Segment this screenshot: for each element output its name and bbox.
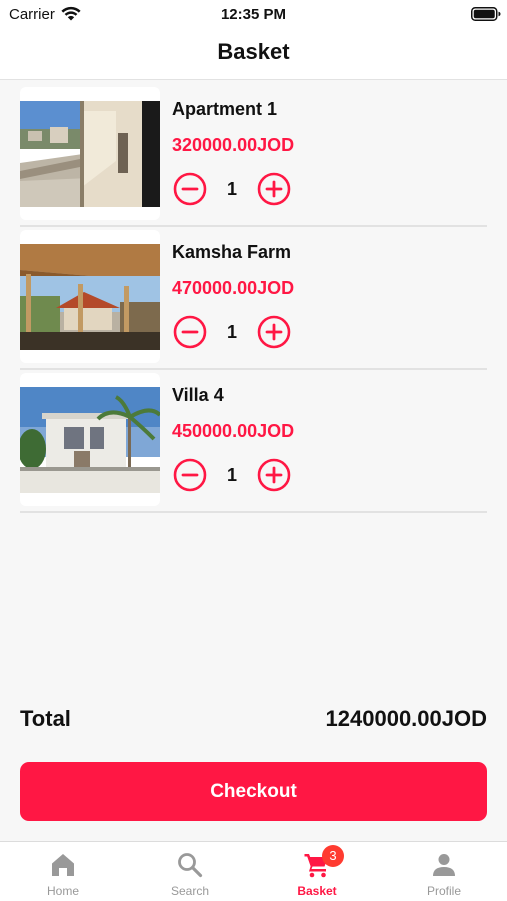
person-icon bbox=[430, 851, 458, 879]
tab-profile[interactable]: Profile bbox=[381, 842, 507, 901]
status-time: 12:35 PM bbox=[220, 6, 287, 23]
plus-circle-icon bbox=[257, 458, 291, 492]
battery-icon bbox=[471, 7, 501, 21]
basket-item: Apartment 1 320000.00JOD 1 bbox=[20, 84, 487, 227]
tab-profile-label: Profile bbox=[426, 884, 461, 898]
status-bar: Carrier 12:35 PM bbox=[0, 0, 507, 30]
increase-quantity-button[interactable] bbox=[257, 315, 291, 349]
cart-count-badge: 3 bbox=[322, 845, 344, 867]
apartment-photo bbox=[20, 101, 160, 207]
increase-quantity-button[interactable] bbox=[257, 458, 291, 492]
decrease-quantity-button[interactable] bbox=[173, 172, 207, 206]
nav-bar: Basket bbox=[0, 30, 507, 80]
search-icon bbox=[176, 851, 204, 879]
property-thumbnail bbox=[20, 87, 160, 220]
item-quantity: 1 bbox=[226, 465, 237, 485]
property-thumbnail bbox=[20, 373, 160, 506]
basket-list: Apartment 1 320000.00JOD 1 Kamsha Farm 4… bbox=[20, 84, 487, 513]
total-label: Total bbox=[20, 706, 71, 731]
item-price: 450000.00JOD bbox=[172, 421, 295, 441]
tab-search-label: Search bbox=[170, 884, 210, 898]
item-price: 320000.00JOD bbox=[172, 135, 295, 155]
increase-quantity-button[interactable] bbox=[257, 172, 291, 206]
basket-item: Kamsha Farm 470000.00JOD 1 bbox=[20, 227, 487, 370]
tab-basket-label: Basket bbox=[297, 884, 337, 898]
minus-circle-icon bbox=[173, 315, 207, 349]
plus-circle-icon bbox=[257, 315, 291, 349]
checkout-button[interactable]: Checkout bbox=[20, 762, 487, 821]
item-quantity: 1 bbox=[226, 179, 237, 199]
decrease-quantity-button[interactable] bbox=[173, 315, 207, 349]
total-value: 1240000.00JOD bbox=[325, 706, 487, 731]
item-name: Kamsha Farm bbox=[172, 242, 292, 262]
home-icon bbox=[49, 851, 77, 879]
basket-item: Villa 4 450000.00JOD 1 bbox=[20, 370, 487, 513]
minus-circle-icon bbox=[173, 458, 207, 492]
plus-circle-icon bbox=[257, 172, 291, 206]
property-thumbnail bbox=[20, 230, 160, 363]
tab-home[interactable]: Home bbox=[0, 842, 126, 901]
item-divider bbox=[20, 511, 487, 513]
farm-photo bbox=[20, 244, 160, 350]
villa-photo bbox=[20, 387, 160, 493]
item-name: Apartment 1 bbox=[172, 99, 278, 119]
tab-basket[interactable]: 3 Basket bbox=[254, 842, 380, 901]
item-name: Villa 4 bbox=[172, 385, 224, 405]
tab-bar: Home Search 3 Basket Profile bbox=[0, 841, 507, 901]
decrease-quantity-button[interactable] bbox=[173, 458, 207, 492]
page-title: Basket bbox=[217, 39, 290, 64]
item-price: 470000.00JOD bbox=[172, 278, 295, 298]
tab-search[interactable]: Search bbox=[127, 842, 253, 901]
tab-home-label: Home bbox=[46, 884, 79, 898]
minus-circle-icon bbox=[173, 172, 207, 206]
item-quantity: 1 bbox=[226, 322, 237, 342]
